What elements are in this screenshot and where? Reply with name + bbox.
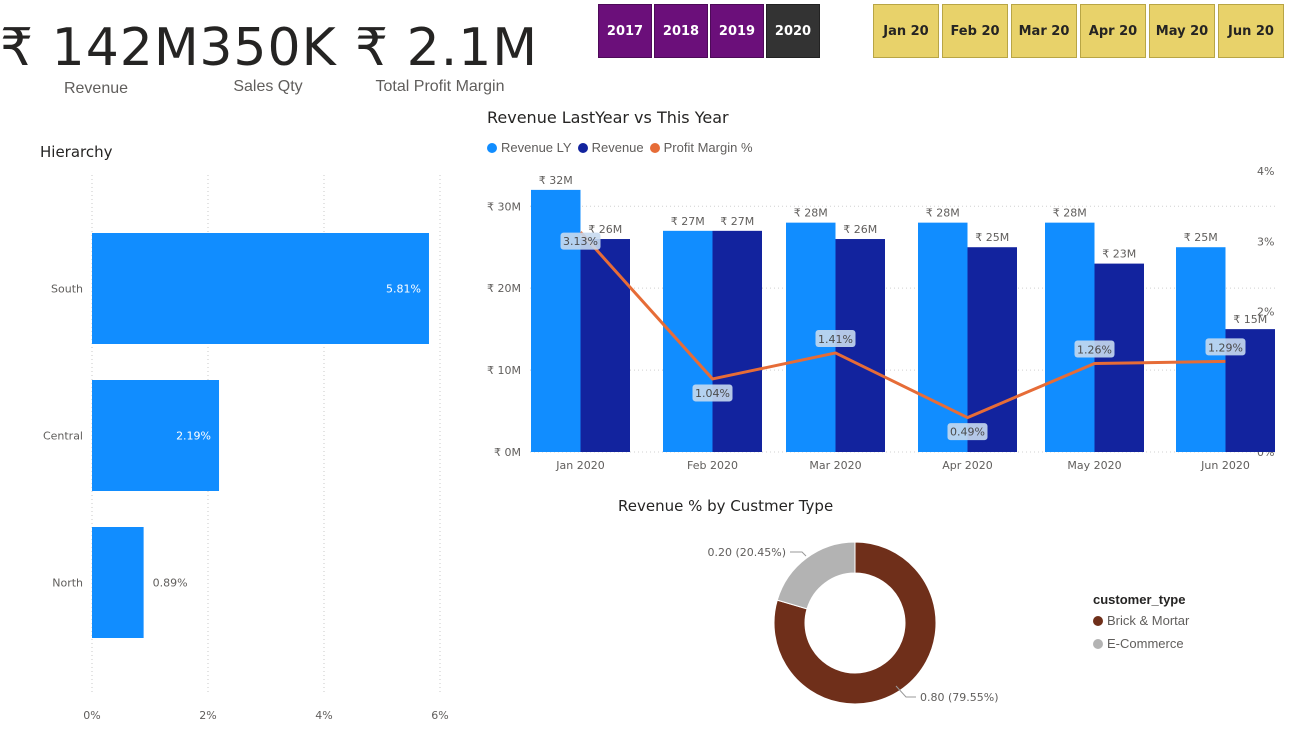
data-label-revenue: ₹ 23M xyxy=(1102,248,1136,261)
data-label-revenue-ly: ₹ 28M xyxy=(794,207,828,220)
legend-dot-e-commerce xyxy=(1093,638,1103,649)
y-tick-label-right: 3% xyxy=(1257,235,1274,248)
month-button-feb[interactable]: Feb 20 xyxy=(942,4,1008,58)
month-button-mar[interactable]: Mar 20 xyxy=(1011,4,1077,58)
y-tick-label-left: ₹ 10M xyxy=(487,364,521,377)
category-label: North xyxy=(52,577,83,590)
x-tick-label: 4% xyxy=(315,709,332,722)
kpi-sales-qty-label: Sales Qty xyxy=(233,78,303,95)
year-button-2017[interactable]: 2017 xyxy=(598,4,652,58)
kpi-sales-qty-value: 350K xyxy=(199,18,337,78)
data-label-profit-margin: 1.26% xyxy=(1077,343,1112,356)
donut-data-label-e-commerce: 0.20 (20.45%) xyxy=(707,546,786,559)
month-button-apr[interactable]: Apr 20 xyxy=(1080,4,1146,58)
bar-revenue-ly xyxy=(918,222,968,452)
combo-legend: Revenue LY Revenue Profit Margin % xyxy=(487,140,759,155)
data-label-profit-margin: 1.29% xyxy=(1208,341,1243,354)
leader-line xyxy=(790,551,807,557)
x-tick-label: Jan 2020 xyxy=(555,459,604,472)
legend-label-revenue-ly: Revenue LY xyxy=(501,140,572,155)
y-tick-label-left: ₹ 0M xyxy=(494,446,521,459)
kpi-revenue-label: Revenue xyxy=(63,80,129,97)
category-label: Central xyxy=(43,430,83,443)
donut-legend-title: customer_type xyxy=(1093,592,1186,607)
data-label-profit-margin: 1.41% xyxy=(818,333,853,346)
data-label-revenue-ly: ₹ 32M xyxy=(539,174,573,187)
x-tick-label: Mar 2020 xyxy=(809,459,861,472)
x-tick-label: Feb 2020 xyxy=(687,459,738,472)
data-label-revenue: ₹ 15M xyxy=(1233,313,1267,326)
donut-legend-item-e-commerce[interactable]: E-Commerce xyxy=(1093,636,1189,651)
legend-dot-profit-margin xyxy=(649,142,660,153)
x-tick-label: 0% xyxy=(83,709,100,722)
donut-data-label-brick-mortar: 0.80 (79.55%) xyxy=(920,691,999,704)
bar-revenue-ly xyxy=(531,189,581,452)
y-tick-label-left: ₹ 20M xyxy=(487,282,521,295)
month-slicer: Jan 20 Feb 20 Mar 20 Apr 20 May 20 Jun 2… xyxy=(873,4,1287,58)
bar-revenue xyxy=(967,247,1017,452)
data-label-revenue: ₹ 26M xyxy=(843,223,877,236)
legend-item-revenue-ly[interactable]: Revenue LY xyxy=(487,140,572,155)
y-tick-label-right: 4% xyxy=(1257,165,1274,178)
x-tick-label: Jun 2020 xyxy=(1200,459,1250,472)
bar-revenue-ly xyxy=(1045,222,1095,452)
hierarchy-chart-title: Hierarchy xyxy=(40,143,113,161)
donut-chart-title: Revenue % by Custmer Type xyxy=(618,497,834,515)
bar xyxy=(92,527,144,638)
kpi-sales-qty: 350K Sales Qty xyxy=(196,20,340,96)
data-label-revenue-ly: ₹ 27M xyxy=(671,215,705,228)
donut-legend: customer_type Brick & Mortar E-Commerce xyxy=(1093,592,1195,651)
x-tick-label: 6% xyxy=(431,709,448,722)
legend-dot-revenue xyxy=(577,142,588,153)
donut-slice xyxy=(776,541,856,610)
kpi-profit-margin-label: Total Profit Margin xyxy=(375,78,505,95)
legend-item-revenue[interactable]: Revenue xyxy=(577,140,644,155)
bar-revenue xyxy=(1094,263,1144,452)
data-label-revenue-ly: ₹ 25M xyxy=(1184,231,1218,244)
data-label: 2.19% xyxy=(176,430,211,443)
x-tick-label: May 2020 xyxy=(1067,459,1121,472)
bar-revenue xyxy=(580,239,630,452)
category-label: South xyxy=(51,283,83,296)
legend-label-profit-margin: Profit Margin % xyxy=(663,140,753,155)
data-label-revenue: ₹ 27M xyxy=(720,215,754,228)
customer-type-donut-chart: 0.20 (20.45%) 0.80 (79.55%) xyxy=(707,541,999,705)
kpi-revenue-value: ₹ 142M xyxy=(0,18,200,78)
hierarchy-bar-chart: 0% 2% 4% 6% South 5.81% Central 2.19% North 0.89% xyxy=(43,175,449,722)
x-tick-label: Apr 2020 xyxy=(942,459,993,472)
month-button-jun[interactable]: Jun 20 xyxy=(1218,4,1284,58)
legend-item-profit-margin[interactable]: Profit Margin % xyxy=(649,140,753,155)
data-label: 5.81% xyxy=(386,283,421,296)
legend-dot-revenue-ly xyxy=(487,142,497,153)
combo-chart-title: Revenue LastYear vs This Year xyxy=(487,108,729,127)
donut-legend-label-brick-mortar: Brick & Mortar xyxy=(1107,613,1190,628)
kpi-revenue: ₹ 142M Revenue xyxy=(0,18,200,98)
year-button-2020[interactable]: 2020 xyxy=(766,4,820,58)
kpi-profit-margin-value: ₹ 2.1M xyxy=(355,18,539,78)
data-label-profit-margin: 1.04% xyxy=(695,387,730,400)
data-label: 0.89% xyxy=(153,577,188,590)
month-button-jan[interactable]: Jan 20 xyxy=(873,4,939,58)
donut-legend-label-e-commerce: E-Commerce xyxy=(1107,636,1184,651)
data-label-profit-margin: 3.13% xyxy=(563,235,598,248)
revenue-combo-chart: ₹ 0M₹ 10M₹ 20M₹ 30M0%1%2%3%4%₹ 32M₹ 26MJ… xyxy=(487,165,1275,472)
donut-legend-item-brick-mortar[interactable]: Brick & Mortar xyxy=(1093,613,1189,628)
year-button-2018[interactable]: 2018 xyxy=(654,4,708,58)
bar-revenue-ly xyxy=(663,230,713,452)
year-slicer: 2017 2018 2019 2020 xyxy=(598,4,822,58)
kpi-profit-margin: ₹ 2.1M Total Profit Margin xyxy=(355,18,539,96)
legend-label-revenue: Revenue xyxy=(591,140,644,155)
bar xyxy=(92,233,429,344)
month-button-may[interactable]: May 20 xyxy=(1149,4,1215,58)
data-label-revenue-ly: ₹ 28M xyxy=(1053,207,1087,220)
legend-dot-brick-mortar xyxy=(1093,615,1103,626)
data-label-revenue-ly: ₹ 28M xyxy=(926,207,960,220)
y-tick-label-left: ₹ 30M xyxy=(487,200,521,213)
x-tick-label: 2% xyxy=(199,709,216,722)
data-label-revenue: ₹ 25M xyxy=(975,231,1009,244)
bar-revenue xyxy=(712,230,762,452)
data-label-profit-margin: 0.49% xyxy=(950,426,985,439)
year-button-2019[interactable]: 2019 xyxy=(710,4,764,58)
